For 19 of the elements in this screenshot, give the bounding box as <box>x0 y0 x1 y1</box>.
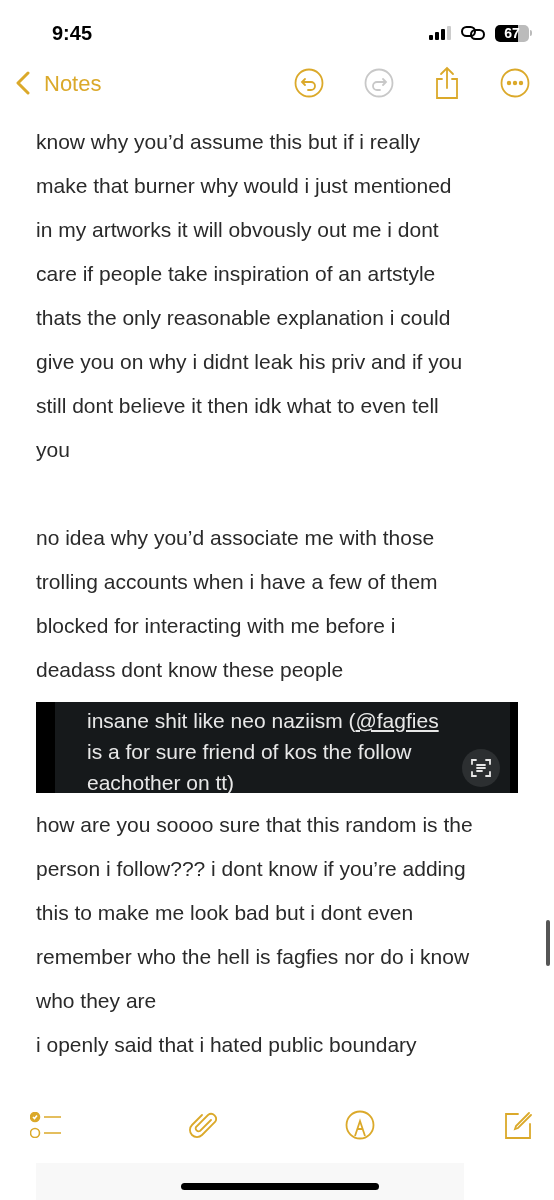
share-icon[interactable] <box>434 66 460 100</box>
pen-tip-icon[interactable] <box>344 1110 375 1140</box>
live-text-icon <box>470 757 492 779</box>
paperclip-icon[interactable] <box>189 1110 218 1140</box>
redo-icon[interactable] <box>364 68 394 98</box>
scrollbar-icon <box>546 920 550 966</box>
mention-link[interactable]: @fagfies <box>355 709 439 732</box>
note-paragraph: no idea why you’d associate me with those trolling accounts when i have a few of them blocked for interacting with me before i deadass dont know these people <box>36 525 438 683</box>
live-text-button[interactable] <box>462 749 500 787</box>
note-paragraph: i openly said that i hated public boundary <box>36 1032 417 1058</box>
more-icon[interactable] <box>500 68 530 98</box>
compose-icon[interactable] <box>502 1110 532 1140</box>
signal-icon <box>429 26 451 40</box>
link-icon <box>461 25 485 41</box>
undo-icon[interactable] <box>294 68 324 98</box>
note-paragraph: know why you’d assume this but if i really make that burner why would i just mentioned in my artworks it will obvously out me i dont care if people take inspiration of an artstyle thats the only reasonable explanation i could give you on why i didnt leak his priv and if you still dont believe it then idk what to even tell you <box>36 129 463 463</box>
status-time: 9:45 <box>52 21 93 46</box>
checklist-icon[interactable] <box>30 1112 62 1138</box>
chevron-left-icon <box>16 71 30 95</box>
